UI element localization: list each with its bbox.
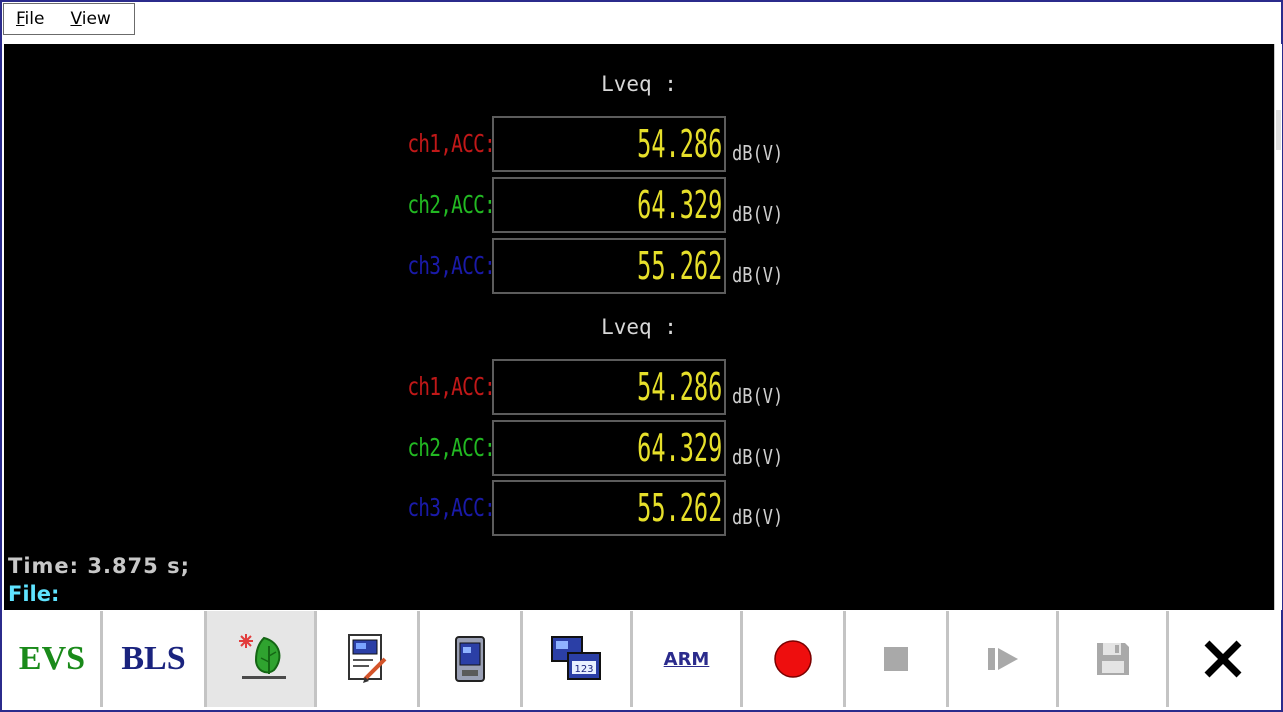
channel-label: ch2,ACC: [407,433,496,462]
evs-button[interactable]: EVS [4,611,103,707]
stop-button[interactable] [846,611,949,707]
record-button[interactable] [743,611,846,707]
tree-button[interactable] [207,611,317,707]
menu-view-label: iew [81,9,111,29]
value-box: 55.262 [492,238,726,294]
value-text: 55.262 [636,244,722,288]
channel-label: ch1,ACC: [407,129,496,158]
unit-label: dB(V) [732,505,784,529]
unit-label: dB(V) [732,141,784,165]
unit-label: dB(V) [732,202,784,226]
save-icon [1096,643,1129,675]
device-icon [455,636,485,682]
evs-label: EVS [18,640,86,677]
arm-button[interactable]: ARM [633,611,743,707]
scrollbar-thumb[interactable] [1276,110,1281,150]
stop-icon [884,647,908,671]
section-title: Lveq : [601,315,677,339]
value-text: 64.329 [636,426,722,470]
svg-text:123: 123 [574,664,593,675]
display-123-icon: 123 [550,636,601,680]
channel-label: ch3,ACC: [407,493,496,522]
record-icon [774,640,812,678]
channel-label: ch2,ACC: [407,190,496,219]
menu-bar: File View [3,3,135,35]
section-title: Lveq : [601,72,677,96]
value-text: 54.286 [636,122,722,166]
channel-label: ch1,ACC: [407,372,496,401]
value-text: 55.262 [636,486,722,530]
toolbar: EVS BLS 123 ARM [4,611,1276,707]
value-box: 64.329 [492,420,726,476]
close-icon [1204,640,1241,678]
value-text: 54.286 [636,365,722,409]
unit-label: dB(V) [732,445,784,469]
bls-label: BLS [121,640,186,677]
menu-view[interactable]: View [70,9,110,29]
value-box: 54.286 [492,116,726,172]
value-box: 55.262 [492,480,726,536]
bls-button[interactable]: BLS [103,611,207,707]
save-button[interactable] [1059,611,1169,707]
menu-file[interactable]: File [16,9,44,29]
unit-label: dB(V) [732,384,784,408]
menu-file-mnemonic: F [16,9,25,29]
menu-view-mnemonic: V [70,9,82,29]
value-box: 64.329 [492,177,726,233]
menu-file-label: ile [24,9,45,29]
unit-label: dB(V) [732,263,784,287]
status-time: Time: 3.875 s; [8,554,190,578]
measurement-display: Lveq : ch1,ACC: 54.286 dB(V) ch2,ACC: 64… [4,44,1274,610]
step-play-icon [987,648,1018,670]
arm-label: ARM [663,648,710,670]
value-box: 54.286 [492,359,726,415]
tree-icon [238,634,286,679]
step-play-button[interactable] [949,611,1059,707]
display-123-button[interactable]: 123 [523,611,633,707]
device-button[interactable] [420,611,523,707]
edit-document-icon [348,634,387,683]
value-text: 64.329 [636,183,722,227]
close-button[interactable] [1169,611,1276,707]
channel-label: ch3,ACC: [407,251,496,280]
edit-document-button[interactable] [317,611,420,707]
status-file: File: [8,582,60,606]
